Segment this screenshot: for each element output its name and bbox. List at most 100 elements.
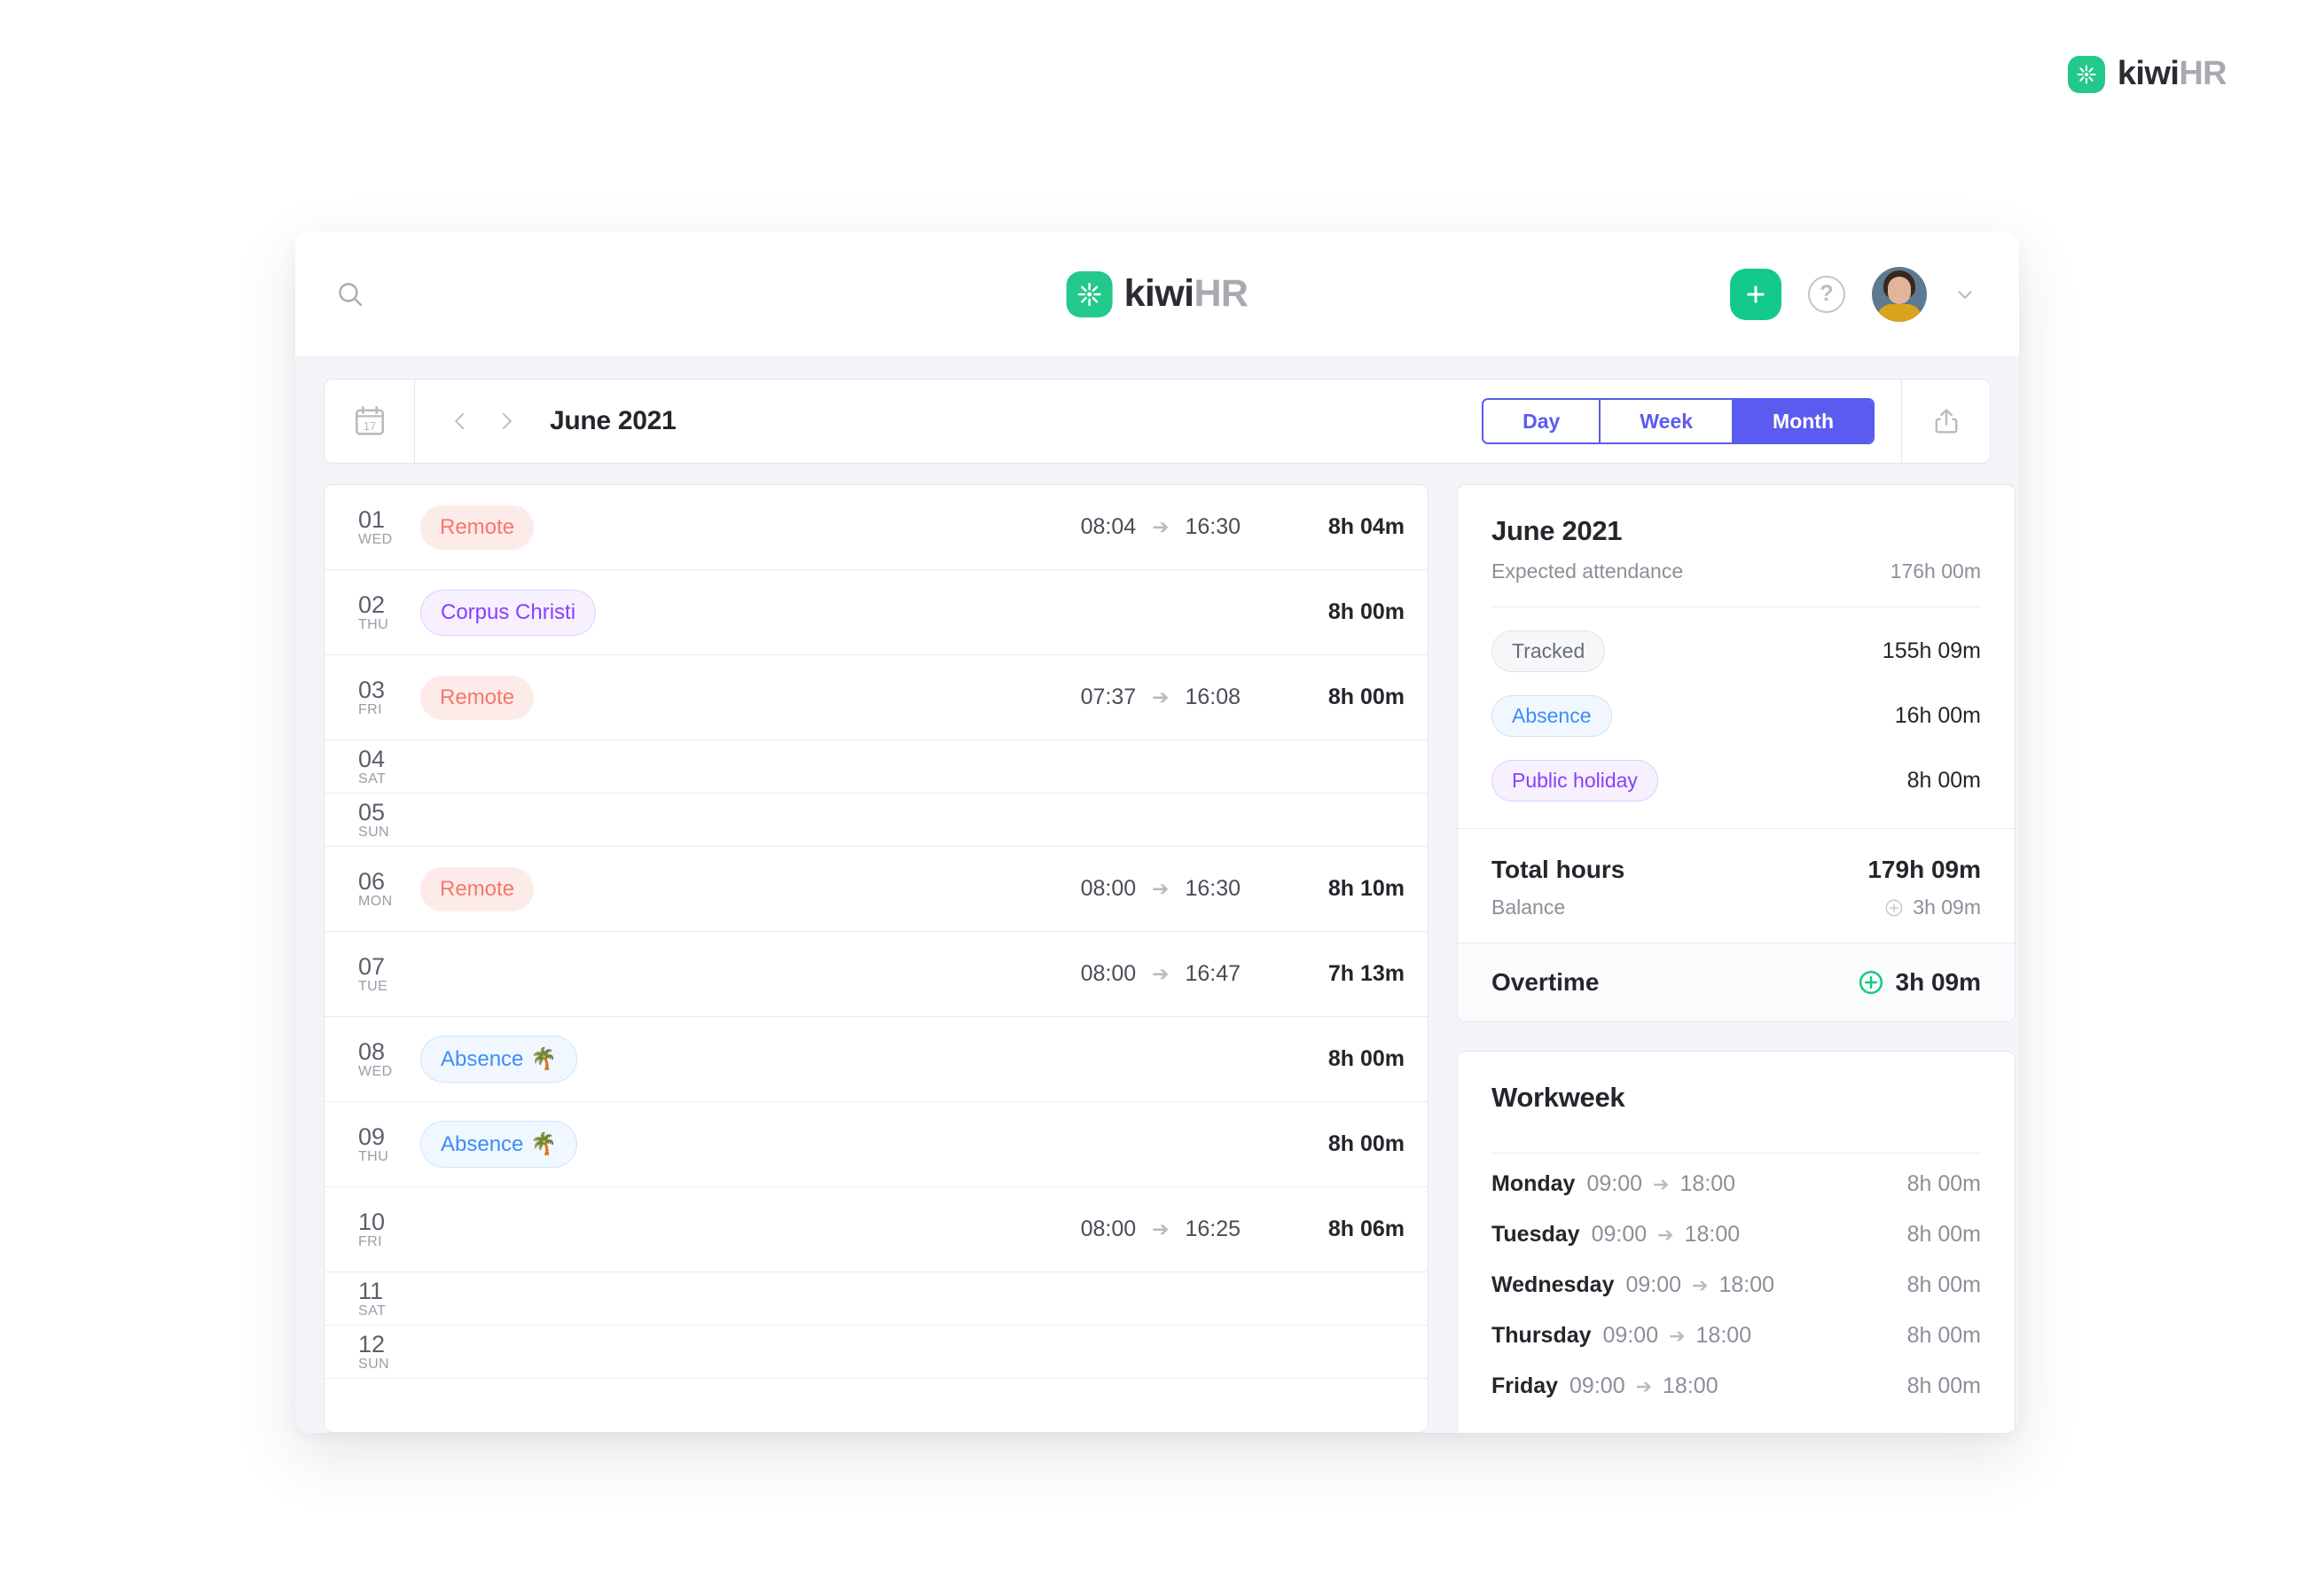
- day-date: 05 SUN: [358, 800, 410, 841]
- palm-tree-icon: 🌴: [530, 1131, 557, 1157]
- stat-row-absence: Absence 16h 00m: [1491, 695, 1981, 737]
- next-month-button[interactable]: [488, 403, 525, 440]
- workweek-title: Workweek: [1491, 1082, 1981, 1114]
- table-row-partial[interactable]: [325, 1379, 1428, 1432]
- expected-attendance-row: Expected attendance 176h 00m: [1491, 559, 1981, 583]
- attendance-list-column: 01 WED Remote 08:04 ➔ 16:30 8h 04m: [324, 484, 1429, 1433]
- status-badge[interactable]: Remote: [420, 676, 534, 720]
- status-badge: Absence: [1491, 695, 1612, 737]
- plus-icon: [1743, 282, 1768, 307]
- overtime-value: 3h 09m: [1896, 968, 1982, 997]
- table-row[interactable]: 03 FRI Remote 07:37 ➔ 16:08 8h 00m: [325, 655, 1428, 740]
- table-row[interactable]: 09 THU Absence🌴 --:-- 8h 00m: [325, 1102, 1428, 1187]
- toolbar-container: 17 June 2021 Day Week: [295, 357, 2019, 464]
- workweek-time: 09:00 ➔ 18:00: [1586, 1171, 1735, 1197]
- overtime-value-group: 3h 09m: [1858, 968, 1982, 997]
- arrow-right-icon: ➔: [1657, 1224, 1673, 1247]
- total-hours-value: 179h 09m: [1867, 856, 1981, 884]
- workweek-duration: 8h 00m: [1907, 1171, 1981, 1197]
- summary-title: June 2021: [1491, 515, 1981, 547]
- workweek-time: 09:00 ➔ 18:00: [1603, 1323, 1752, 1349]
- arrow-right-icon: ➔: [1152, 515, 1169, 539]
- add-button[interactable]: [1730, 269, 1781, 320]
- kiwi-mark-icon: [2068, 56, 2105, 93]
- balance-label: Balance: [1491, 896, 1565, 919]
- arrow-right-icon: ➔: [1669, 1325, 1685, 1348]
- list-item: Friday 09:00 ➔ 18:00 8h 00m: [1491, 1361, 1981, 1412]
- workweek-day: Thursday: [1491, 1323, 1592, 1349]
- balance-value-group: 3h 09m: [1884, 896, 1981, 919]
- day-times: 08:00 ➔ 16:47: [975, 961, 1241, 987]
- table-row[interactable]: 06 MON Remote 08:00 ➔ 16:30 8h 10m: [325, 847, 1428, 932]
- workweek-day: Monday: [1491, 1171, 1575, 1197]
- day-duration: 8h 06m: [1241, 1217, 1405, 1242]
- tab-month[interactable]: Month: [1732, 400, 1873, 442]
- total-hours-block: Total hours 179h 09m Balance 3h 09m: [1458, 829, 2015, 943]
- workweek-duration: 8h 00m: [1907, 1323, 1981, 1349]
- day-date: 10 FRI: [358, 1209, 410, 1250]
- status-badge[interactable]: Remote: [420, 505, 534, 550]
- table-row[interactable]: 05 SUN: [325, 794, 1428, 847]
- tab-day[interactable]: Day: [1483, 400, 1599, 442]
- day-duration: 8h 00m: [1241, 685, 1405, 710]
- attendance-day-list: 01 WED Remote 08:04 ➔ 16:30 8h 04m: [324, 484, 1429, 1433]
- workweek-duration: 8h 00m: [1907, 1272, 1981, 1298]
- status-badge[interactable]: Remote: [420, 867, 534, 911]
- day-times: 08:00 ➔ 16:30: [975, 876, 1241, 902]
- day-badge-cell: Remote: [420, 505, 534, 550]
- stat-row-public-holiday: Public holiday 8h 00m: [1491, 760, 1981, 802]
- total-hours-label: Total hours: [1491, 856, 1624, 884]
- arrow-right-icon: ➔: [1152, 962, 1169, 986]
- workweek-time: 09:00 ➔ 18:00: [1625, 1272, 1774, 1298]
- table-row[interactable]: 10 FRI 08:00 ➔ 16:25 8h 06m: [325, 1187, 1428, 1272]
- day-duration: 8h 00m: [1241, 1131, 1405, 1157]
- expected-attendance-label: Expected attendance: [1491, 559, 1683, 583]
- view-switcher: Day Week Month: [1482, 398, 1875, 444]
- status-badge[interactable]: Absence🌴: [420, 1036, 577, 1083]
- chevron-down-icon[interactable]: [1953, 283, 1976, 306]
- workweek-duration: 8h 00m: [1907, 1222, 1981, 1248]
- table-row[interactable]: 01 WED Remote 08:04 ➔ 16:30 8h 04m: [325, 485, 1428, 570]
- calendar-toolbar: 17 June 2021 Day Week: [324, 379, 1991, 464]
- day-times: 08:04 ➔ 16:30: [975, 514, 1241, 540]
- prev-month-button[interactable]: [442, 403, 479, 440]
- table-row[interactable]: 08 WED Absence🌴 --:-- 8h 00m: [325, 1017, 1428, 1102]
- plus-circle-icon: [1884, 898, 1904, 918]
- day-date: 08 WED: [358, 1039, 410, 1080]
- share-export-icon[interactable]: [1901, 379, 1990, 463]
- calendar-17-icon[interactable]: 17: [325, 379, 415, 463]
- plus-circle-icon: [1858, 969, 1884, 996]
- table-row[interactable]: 02 THU Corpus Christi --:-- 8h 00m: [325, 570, 1428, 655]
- day-times: 07:37 ➔ 16:08: [975, 685, 1241, 710]
- app-wordmark: kiwiHR: [1124, 272, 1249, 316]
- table-row[interactable]: 07 TUE 08:00 ➔ 16:47 7h 13m: [325, 932, 1428, 1017]
- app-header: kiwiHR ?: [295, 231, 2019, 357]
- day-date: 06 MON: [358, 869, 410, 910]
- day-date: 11 SAT: [358, 1279, 410, 1319]
- day-badge-cell: Corpus Christi: [420, 590, 596, 636]
- divider: [1491, 606, 1981, 607]
- table-row[interactable]: 04 SAT: [325, 740, 1428, 794]
- kiwi-mark-icon: [1067, 271, 1113, 317]
- day-times: 08:00 ➔ 16:25: [975, 1217, 1241, 1242]
- status-badge[interactable]: Absence🌴: [420, 1121, 577, 1168]
- search-icon[interactable]: [331, 275, 370, 314]
- tab-week[interactable]: Week: [1599, 400, 1732, 442]
- workweek-day: Friday: [1491, 1373, 1558, 1399]
- table-row[interactable]: 11 SAT: [325, 1272, 1428, 1326]
- workweek-day: Tuesday: [1491, 1222, 1580, 1248]
- day-duration: 8h 00m: [1241, 1046, 1405, 1072]
- day-date: 01 WED: [358, 507, 410, 548]
- month-summary-card: June 2021 Expected attendance 176h 00m T…: [1457, 484, 2016, 1022]
- day-date: 02 THU: [358, 592, 410, 633]
- table-row[interactable]: 12 SUN: [325, 1326, 1428, 1379]
- app-logo[interactable]: kiwiHR: [1067, 271, 1249, 317]
- arrow-right-icon: ➔: [1152, 685, 1169, 709]
- avatar[interactable]: [1872, 267, 1927, 322]
- help-icon[interactable]: ?: [1808, 276, 1845, 313]
- day-date: 09 THU: [358, 1124, 410, 1165]
- status-badge[interactable]: Corpus Christi: [420, 590, 596, 636]
- day-date: 07 TUE: [358, 954, 410, 995]
- day-duration: 8h 10m: [1241, 876, 1405, 902]
- list-item: Tuesday 09:00 ➔ 18:00 8h 00m: [1491, 1209, 1981, 1260]
